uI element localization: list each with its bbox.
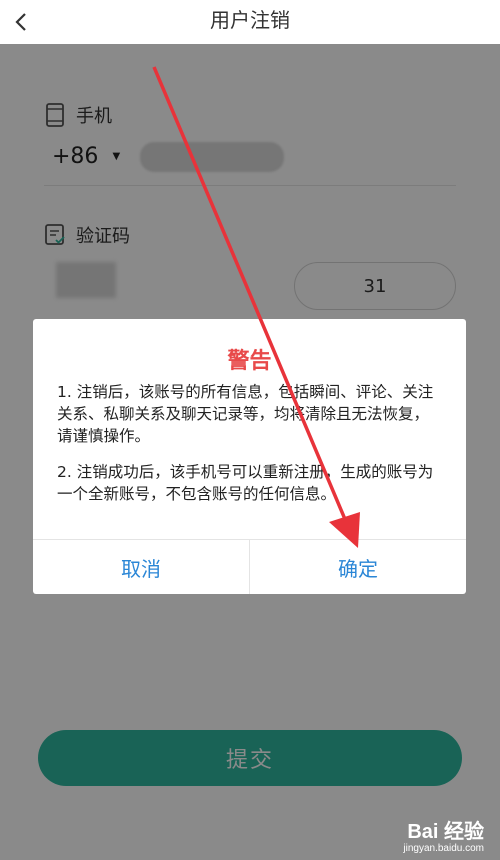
dialog-title: 警告	[227, 349, 272, 374]
confirm-button[interactable]: 确定	[249, 540, 466, 594]
watermark: Bai 经验 jingyan.baidu.com	[403, 822, 484, 854]
cancel-button[interactable]: 取消	[33, 540, 249, 594]
dialog-paragraph-2: 2. 注销成功后，该手机号可以重新注册，生成的账号为一个全新账号，不包含账号的任…	[57, 463, 434, 503]
dialog-paragraph-1: 1. 注销后，该账号的所有信息，包括瞬间、评论、关注关系、私聊关系及聊天记录等，…	[57, 383, 434, 445]
dialog-button-bar: 取消 确定	[33, 539, 466, 594]
watermark-url: jingyan.baidu.com	[403, 843, 484, 854]
warning-dialog: 警告 1. 注销后，该账号的所有信息，包括瞬间、评论、关注关系、私聊关系及聊天记…	[33, 319, 466, 594]
header-bar: 用户注销	[0, 0, 500, 44]
watermark-logo: Bai 经验	[407, 821, 484, 843]
page-title: 用户注销	[210, 8, 290, 32]
